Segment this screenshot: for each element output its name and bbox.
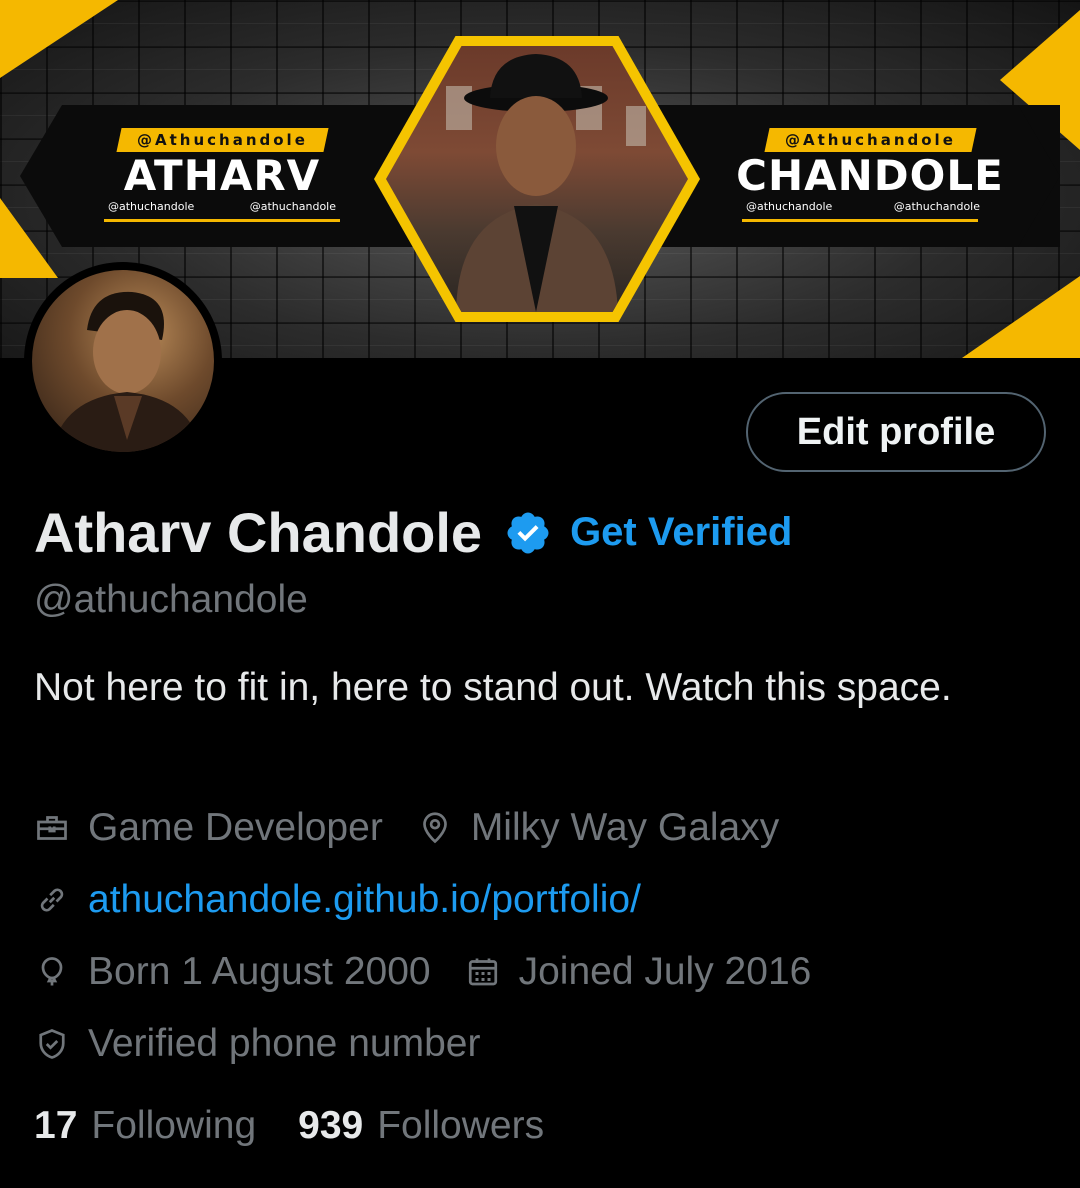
banner-right-tag: @Athuchandole <box>764 128 976 152</box>
banner-underline <box>742 219 978 222</box>
banner-left-tag: @Athuchandole <box>116 128 328 152</box>
briefcase-icon <box>37 816 67 840</box>
banner-left-block: @Athuchandole ATHARV @athuchandole @athu… <box>104 128 340 222</box>
banner-handle-text: @athuchandole <box>108 200 195 213</box>
location-pin-icon <box>422 812 447 844</box>
website-link[interactable]: athuchandole.github.io/portfolio/ <box>88 878 641 922</box>
following-count: 17 <box>34 1104 78 1147</box>
website-item: athuchandole.github.io/portfolio/ <box>34 878 641 922</box>
banner-right-handles: @athuchandole @athuchandole <box>732 200 1008 213</box>
banner-decor-triangle <box>962 276 1080 358</box>
followers-link[interactable]: 939 Followers <box>298 1104 544 1148</box>
followers-label: Followers <box>377 1104 545 1147</box>
banner-right-name: CHANDOLE <box>736 151 1004 200</box>
get-verified-link[interactable]: Get Verified <box>570 510 792 555</box>
verified-phone-text: Verified phone number <box>88 1022 481 1065</box>
calendar-icon <box>468 958 497 986</box>
profession-item: Game Developer <box>34 806 383 850</box>
name-row: Atharv Chandole Get Verified <box>34 500 792 565</box>
meta-row-1: Game Developer Milky Way Galaxy <box>34 806 813 850</box>
following-label: Following <box>91 1104 257 1147</box>
banner-right-block: @Athuchandole CHANDOLE @athuchandole @at… <box>732 128 1008 222</box>
birthday-text: Born 1 August 2000 <box>88 950 431 993</box>
link-icon <box>40 888 64 912</box>
user-handle: @athuchandole <box>34 578 308 621</box>
banner-left-name: ATHARV <box>123 151 321 200</box>
verified-phone-item: Verified phone number <box>34 1022 480 1066</box>
edit-profile-button[interactable]: Edit profile <box>746 392 1046 472</box>
location-item: Milky Way Galaxy <box>417 806 779 850</box>
balloon-icon <box>41 957 63 986</box>
display-name: Atharv Chandole <box>34 501 483 564</box>
banner-handle-text: @athuchandole <box>746 200 833 213</box>
followers-count: 939 <box>298 1104 364 1147</box>
verified-badge-icon[interactable] <box>504 509 552 557</box>
joined-text: Joined July 2016 <box>518 950 812 993</box>
meta-row-2: athuchandole.github.io/portfolio/ <box>34 878 675 922</box>
meta-row-4: Verified phone number <box>34 1022 514 1066</box>
profile-bio: Not here to fit in, here to stand out. W… <box>34 666 952 709</box>
banner-handle-text: @athuchandole <box>893 200 980 213</box>
banner-decor-triangle <box>0 0 118 78</box>
birthday-item: Born 1 August 2000 <box>34 950 431 994</box>
shield-check-icon <box>39 1029 65 1059</box>
banner-left-handles: @athuchandole @athuchandole <box>104 200 340 213</box>
meta-row-3: Born 1 August 2000 Joined July 2016 <box>34 950 845 994</box>
follow-stats: 17 Following 939 Followers <box>34 1104 586 1148</box>
location-text: Milky Way Galaxy <box>470 806 780 849</box>
joined-item: Joined July 2016 <box>465 950 812 994</box>
banner-underline <box>104 219 340 222</box>
banner-handle-text: @athuchandole <box>249 200 336 213</box>
profession-text: Game Developer <box>88 806 383 849</box>
following-link[interactable]: 17 Following <box>34 1104 256 1148</box>
avatar[interactable] <box>32 270 214 452</box>
